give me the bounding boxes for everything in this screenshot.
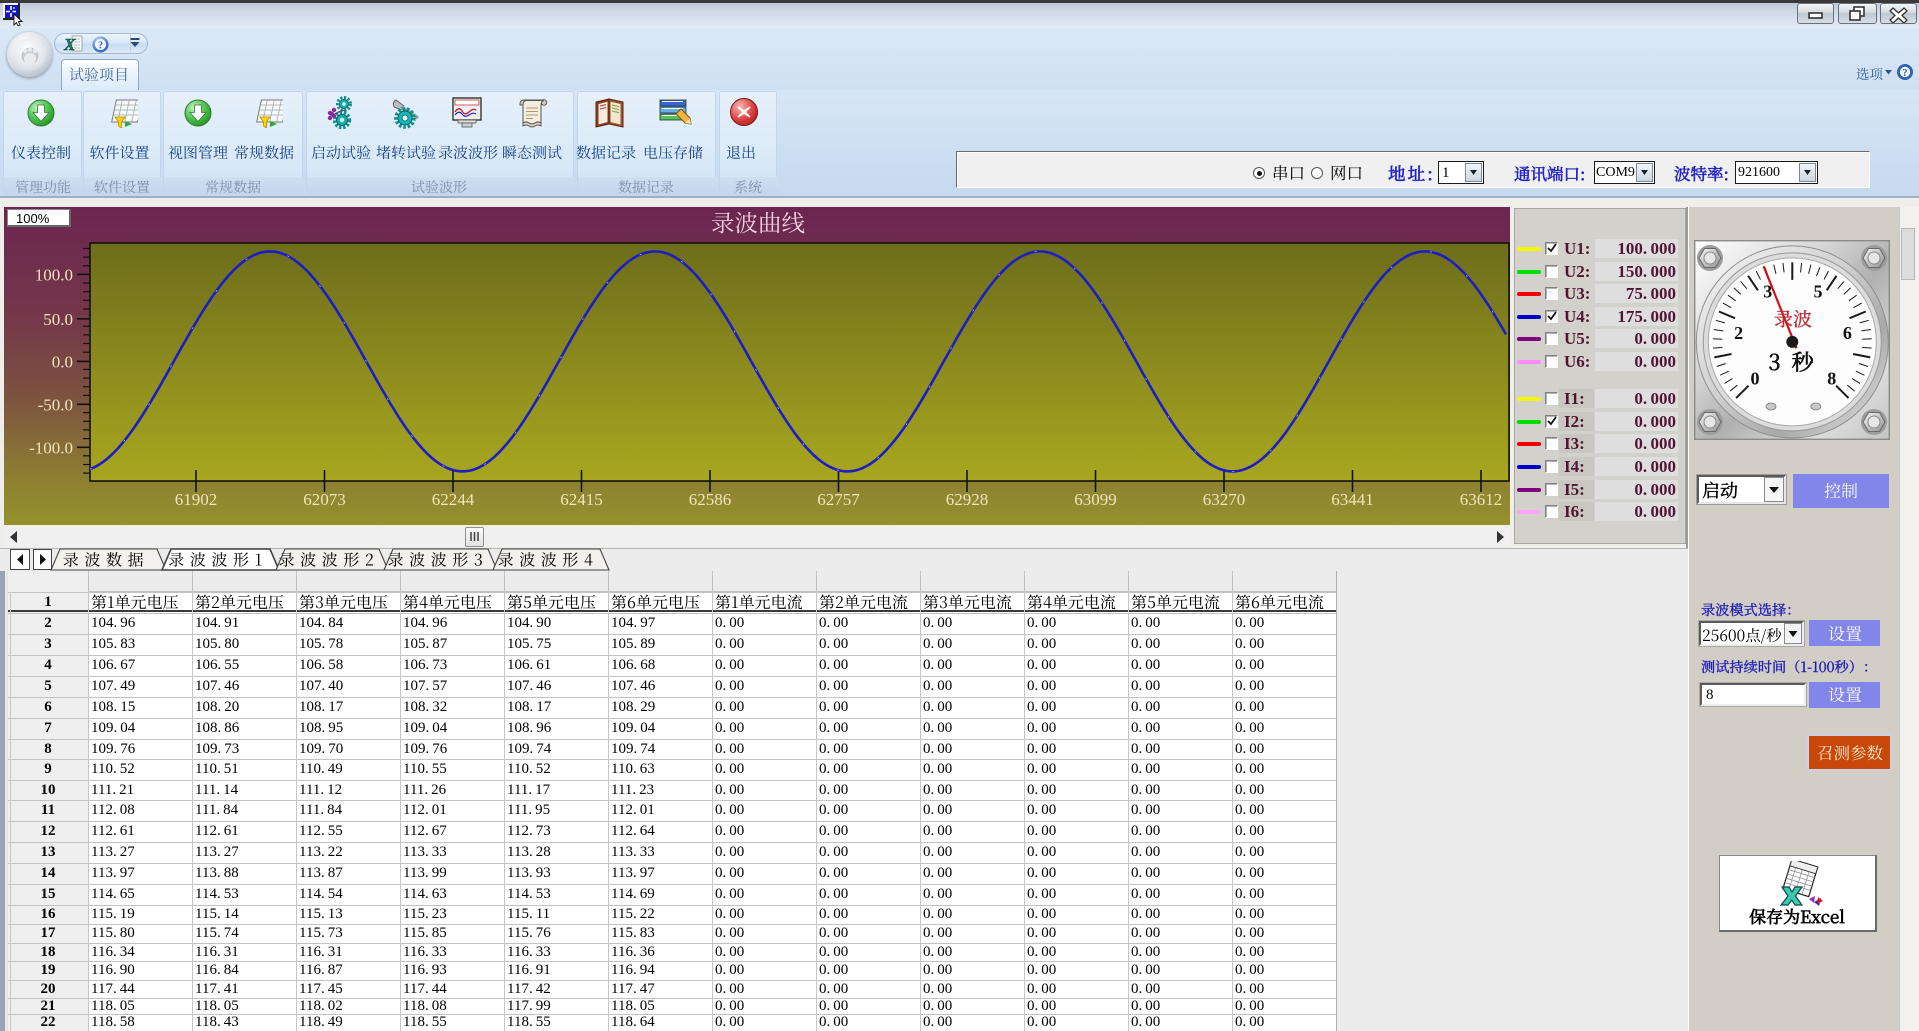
svg-text:63441: 63441 — [1331, 490, 1374, 509]
svg-text:62757: 62757 — [817, 490, 860, 509]
svg-text:2: 2 — [1734, 323, 1743, 343]
svg-text:8: 8 — [1827, 369, 1836, 389]
svg-text:63099: 63099 — [1074, 490, 1117, 509]
svg-text:?: ? — [98, 41, 103, 52]
svg-text:62415: 62415 — [560, 490, 603, 509]
svg-text:X: X — [63, 35, 76, 53]
svg-text:0.0: 0.0 — [52, 352, 73, 371]
svg-text:62586: 62586 — [689, 490, 732, 509]
svg-text:62928: 62928 — [946, 490, 989, 509]
svg-text:61902: 61902 — [175, 490, 218, 509]
svg-text:62244: 62244 — [432, 490, 475, 509]
svg-text:6: 6 — [1843, 323, 1852, 343]
svg-text:-100.0: -100.0 — [29, 438, 73, 457]
svg-text:63612: 63612 — [1460, 490, 1503, 509]
svg-text:62073: 62073 — [303, 490, 346, 509]
svg-text:100.0: 100.0 — [35, 265, 73, 284]
svg-text:0: 0 — [1751, 369, 1760, 389]
svg-text:5: 5 — [1814, 281, 1823, 301]
svg-text:-50.0: -50.0 — [38, 395, 73, 414]
svg-text:50.0: 50.0 — [43, 310, 73, 329]
svg-text:63270: 63270 — [1203, 490, 1246, 509]
